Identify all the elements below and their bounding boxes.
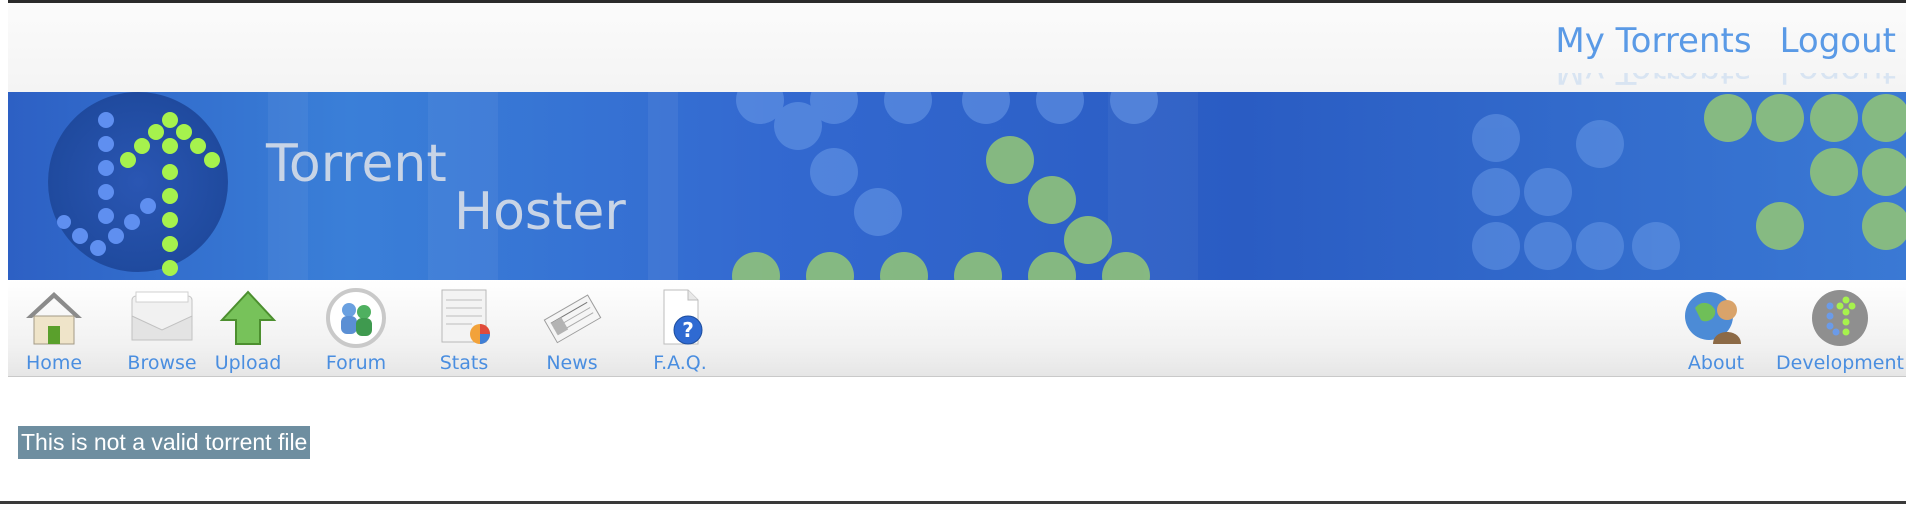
- header-banner: Torrent Hoster: [8, 92, 1906, 280]
- nav-forum-label: Forum: [325, 352, 387, 374]
- logo-icon: [48, 92, 228, 276]
- home-icon: [26, 292, 82, 345]
- nav-forum[interactable]: Forum: [306, 286, 406, 374]
- nav-home[interactable]: Home: [4, 286, 104, 374]
- browse-icon: [131, 291, 193, 341]
- about-icon: [1685, 292, 1741, 344]
- upload-icon: [219, 290, 277, 345]
- nav-faq-label: F.A.Q.: [653, 352, 707, 374]
- nav-news[interactable]: News: [522, 286, 622, 374]
- top-bar: My Torrents My Torrents Logout Logout: [8, 3, 1906, 92]
- nav-home-label: Home: [25, 352, 83, 374]
- left-margin: [0, 0, 8, 506]
- nav-development[interactable]: Development: [1776, 286, 1904, 374]
- svg-text:?: ?: [682, 318, 694, 342]
- nav-upload-label: Upload: [214, 352, 282, 374]
- nav-upload[interactable]: Upload: [198, 286, 298, 374]
- news-icon: [543, 294, 602, 344]
- main-navigation: Home Browse Upload Forum Stats News ? F.…: [8, 280, 1906, 377]
- nav-about[interactable]: About: [1666, 286, 1766, 374]
- my-torrents-link[interactable]: My Torrents My Torrents: [1555, 21, 1751, 61]
- top-links: My Torrents My Torrents Logout Logout: [1555, 21, 1896, 61]
- nav-about-label: About: [1687, 352, 1745, 374]
- forum-icon: [326, 288, 386, 348]
- error-message: This is not a valid torrent file: [18, 426, 311, 459]
- bottom-divider: [0, 501, 1906, 504]
- nav-stats-label: Stats: [439, 352, 489, 374]
- nav-development-label: Development: [1776, 352, 1904, 374]
- nav-stats[interactable]: Stats: [414, 286, 514, 374]
- nav-news-label: News: [546, 352, 598, 374]
- faq-icon: ?: [663, 289, 703, 345]
- nav-browse[interactable]: Browse: [112, 286, 212, 374]
- logout-link[interactable]: Logout Logout: [1780, 21, 1896, 61]
- nav-faq[interactable]: ? F.A.Q.: [630, 286, 730, 374]
- site-title-line1: Torrent: [266, 134, 447, 194]
- site-title-line2: Hoster: [454, 182, 626, 242]
- development-icon: [1812, 290, 1868, 346]
- stats-icon: [441, 289, 490, 344]
- nav-browse-label: Browse: [127, 352, 197, 374]
